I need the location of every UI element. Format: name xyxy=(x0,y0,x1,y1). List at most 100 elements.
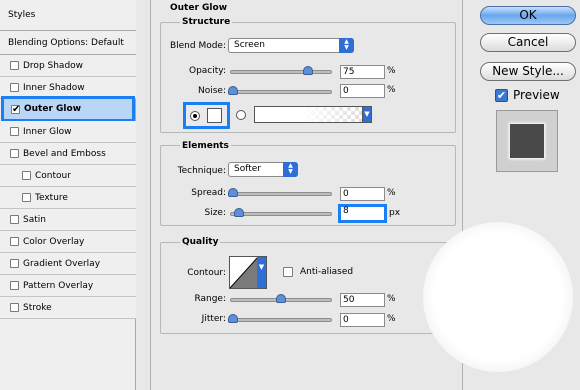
style-item-gradient-overlay[interactable]: Gradient Overlay xyxy=(0,253,136,275)
style-item-label: Inner Shadow xyxy=(23,82,85,93)
gradient-overlay-checkbox[interactable] xyxy=(10,259,19,268)
spread-unit: % xyxy=(387,188,396,198)
style-item-label: Bevel and Emboss xyxy=(23,148,106,159)
style-item-stroke[interactable]: Stroke xyxy=(0,297,136,319)
style-item-pattern-overlay[interactable]: Pattern Overlay xyxy=(0,275,136,297)
outer-glow-title: Outer Glow xyxy=(170,3,228,13)
preview-thumbnail xyxy=(496,110,558,172)
anti-aliased-label: Anti-aliased xyxy=(300,267,354,277)
elements-title: Elements xyxy=(180,141,231,151)
size-slider-thumb[interactable] xyxy=(234,208,244,217)
blend-mode-select[interactable]: Screen ▲ ▼ xyxy=(228,38,354,53)
blend-mode-label: Blend Mode: xyxy=(169,41,226,51)
blend-mode-value: Screen xyxy=(234,40,265,50)
spread-label: Spread: xyxy=(191,188,226,198)
range-slider-thumb[interactable] xyxy=(276,294,286,303)
contour-checkbox[interactable] xyxy=(22,171,31,180)
texture-checkbox[interactable] xyxy=(22,193,31,202)
outer-glow-checkbox[interactable] xyxy=(11,104,20,114)
anti-aliased-checkbox[interactable] xyxy=(283,267,293,277)
panel-divider xyxy=(150,0,151,390)
jitter-label: Jitter: xyxy=(201,314,226,324)
style-item-label: Contour xyxy=(35,170,71,181)
color-overlay-checkbox[interactable] xyxy=(10,237,19,246)
style-item-label: Drop Shadow xyxy=(23,60,84,71)
size-label: Size: xyxy=(204,208,226,218)
new-style-button[interactable]: New Style... xyxy=(480,62,576,81)
technique-value: Softer xyxy=(234,164,261,174)
opacity-label: Opacity: xyxy=(189,66,226,76)
glow-color-swatch[interactable] xyxy=(207,108,222,123)
noise-label: Noise: xyxy=(198,86,226,96)
range-field[interactable]: 50 xyxy=(340,293,385,307)
size-field[interactable]: 8 xyxy=(338,204,387,223)
glow-overlay xyxy=(423,222,573,372)
size-slider[interactable] xyxy=(230,212,332,216)
inner-glow-checkbox[interactable] xyxy=(10,127,19,136)
contour-picker[interactable]: ▼ xyxy=(229,256,267,289)
noise-slider[interactable] xyxy=(230,90,332,94)
gradient-preview[interactable]: ▼ xyxy=(254,106,372,123)
satin-checkbox[interactable] xyxy=(10,215,19,224)
style-item-label: Gradient Overlay xyxy=(23,258,101,269)
pattern-overlay-checkbox[interactable] xyxy=(10,281,19,290)
preview-label: Preview xyxy=(513,88,560,102)
select-arrows-icon: ▲ ▼ xyxy=(339,38,354,53)
technique-select[interactable]: Softer ▲ ▼ xyxy=(228,162,298,177)
style-item-texture[interactable]: Texture xyxy=(0,187,136,209)
noise-field[interactable]: 0 xyxy=(340,84,385,98)
contour-dropdown-arrow-icon[interactable]: ▼ xyxy=(257,257,266,288)
stroke-checkbox[interactable] xyxy=(10,303,19,312)
contour-curve-icon xyxy=(230,257,258,288)
opacity-slider-thumb[interactable] xyxy=(303,66,313,75)
quality-title: Quality xyxy=(180,237,221,247)
cancel-button[interactable]: Cancel xyxy=(480,33,576,52)
inner-shadow-checkbox[interactable] xyxy=(10,83,19,92)
color-radio-button[interactable] xyxy=(190,111,200,121)
bevel-emboss-checkbox[interactable] xyxy=(10,149,19,158)
style-item-label: Stroke xyxy=(23,302,52,313)
technique-label: Technique: xyxy=(177,166,226,176)
styles-header[interactable]: Styles xyxy=(0,0,136,31)
size-unit: px xyxy=(389,208,401,218)
jitter-field[interactable]: 0 xyxy=(340,313,385,327)
preview-checkbox[interactable]: ✔ xyxy=(495,89,508,102)
gradient-dropdown-arrow-icon[interactable]: ▼ xyxy=(362,106,372,123)
blending-options-item[interactable]: Blending Options: Default xyxy=(0,31,136,55)
ok-button[interactable]: OK xyxy=(480,6,576,25)
spread-field[interactable]: 0 xyxy=(340,187,385,201)
opacity-field[interactable]: 75 xyxy=(340,65,385,79)
style-item-color-overlay[interactable]: Color Overlay xyxy=(0,231,136,253)
gradient-radio-button[interactable] xyxy=(236,110,246,120)
style-item-bevel-emboss[interactable]: Bevel and Emboss xyxy=(0,143,136,165)
style-item-label: Texture xyxy=(35,192,68,203)
noise-slider-thumb[interactable] xyxy=(228,86,238,95)
style-item-label: Satin xyxy=(23,214,46,225)
preview-swatch xyxy=(509,123,545,159)
style-item-label: Pattern Overlay xyxy=(23,280,94,291)
jitter-unit: % xyxy=(387,314,396,324)
style-item-satin[interactable]: Satin xyxy=(0,209,136,231)
spread-slider-thumb[interactable] xyxy=(228,188,238,197)
styles-panel: Styles Blending Options: Default Drop Sh… xyxy=(0,0,136,390)
jitter-slider[interactable] xyxy=(230,318,332,322)
jitter-slider-thumb[interactable] xyxy=(228,314,238,323)
structure-title: Structure xyxy=(180,17,233,27)
contour-label: Contour: xyxy=(187,268,226,278)
style-item-outer-glow[interactable]: Outer Glow xyxy=(1,96,135,122)
opacity-slider[interactable] xyxy=(230,70,332,74)
style-item-label: Inner Glow xyxy=(23,126,72,137)
outer-glow-panel: Outer Glow Structure Blend Mode: Screen … xyxy=(150,0,468,390)
opacity-unit: % xyxy=(387,66,396,76)
color-option-highlight xyxy=(183,102,230,129)
select-arrows-icon: ▲ ▼ xyxy=(283,162,298,177)
style-item-contour[interactable]: Contour xyxy=(0,165,136,187)
blending-options-label: Blending Options: Default xyxy=(8,37,124,48)
range-unit: % xyxy=(387,294,396,304)
range-label: Range: xyxy=(194,294,226,304)
style-item-drop-shadow[interactable]: Drop Shadow xyxy=(0,55,136,77)
drop-shadow-checkbox[interactable] xyxy=(10,61,19,70)
spread-slider[interactable] xyxy=(230,192,332,196)
style-item-inner-glow[interactable]: Inner Glow xyxy=(0,121,136,143)
noise-unit: % xyxy=(387,85,396,95)
